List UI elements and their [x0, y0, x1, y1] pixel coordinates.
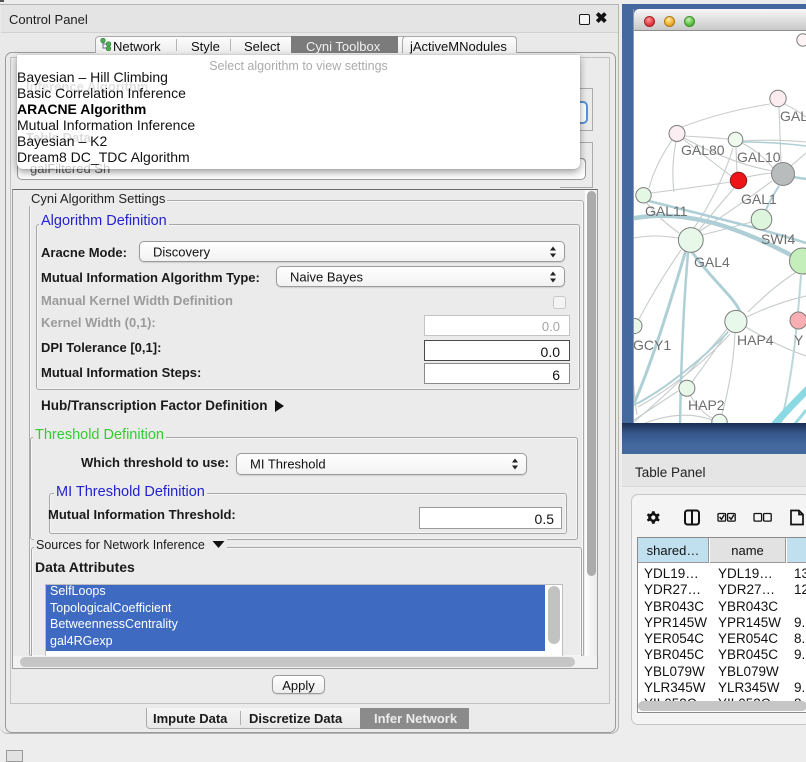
svg-text:GAL11: GAL11 [645, 203, 688, 219]
svg-text:GAL80: GAL80 [681, 142, 725, 158]
svg-text:GAL10: GAL10 [737, 149, 781, 165]
svg-text:HAP4: HAP4 [737, 332, 774, 348]
svg-text:GAL2: GAL2 [780, 108, 806, 124]
svg-text:GAL1: GAL1 [741, 191, 777, 207]
svg-text:GAL4: GAL4 [694, 254, 730, 270]
svg-text:SWI4: SWI4 [761, 231, 795, 247]
svg-text:GCY1: GCY1 [634, 337, 671, 353]
svg-text:Y: Y [794, 332, 804, 348]
svg-text:HAP2: HAP2 [688, 397, 725, 413]
